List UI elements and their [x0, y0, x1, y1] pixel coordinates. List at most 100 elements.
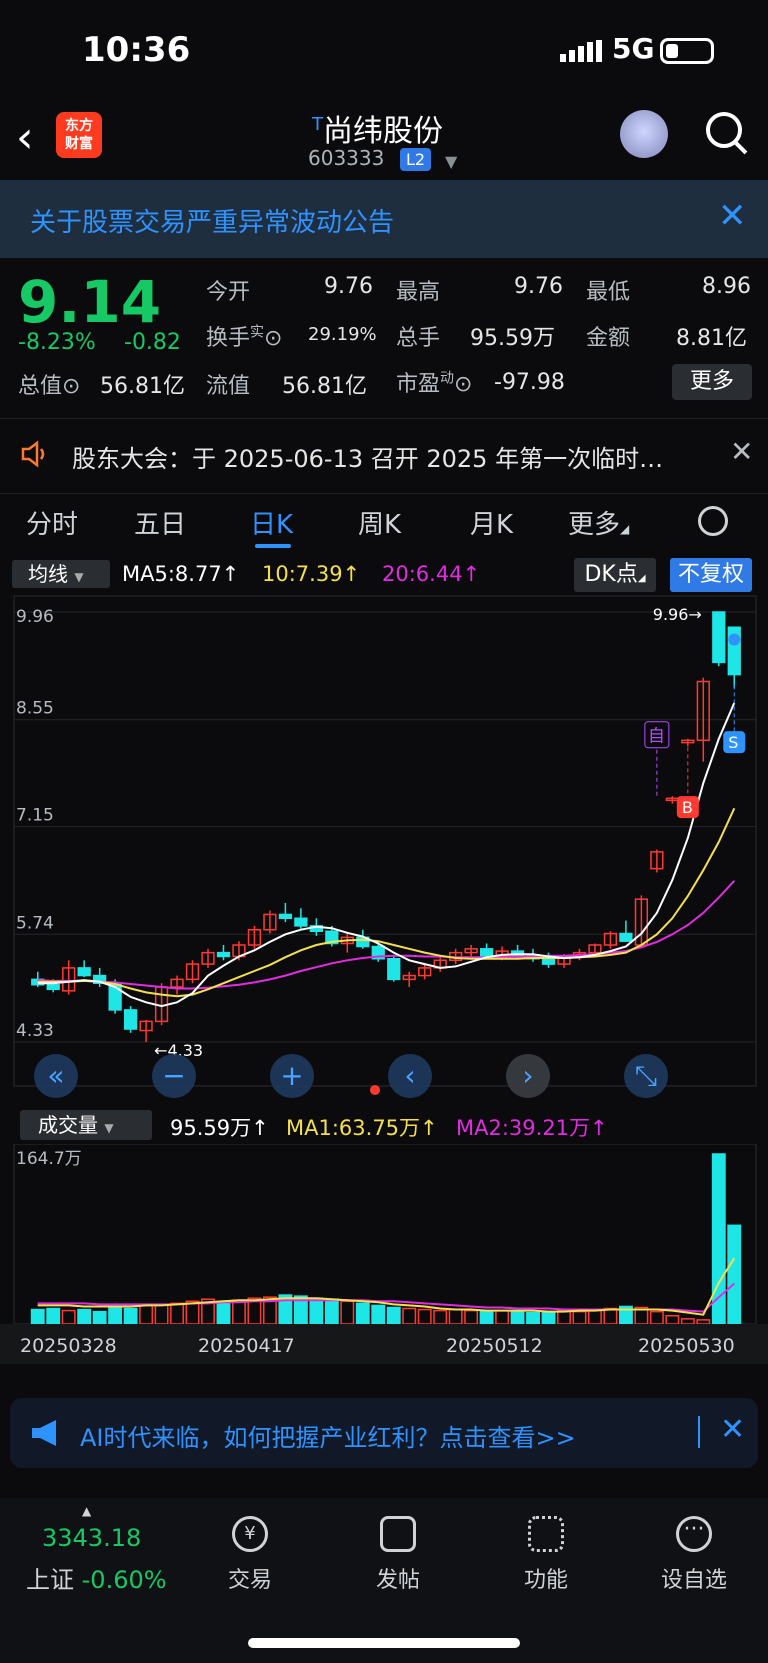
total-value: 56.81亿 — [100, 374, 185, 399]
volume-bar — [170, 1302, 184, 1325]
volume-bar — [386, 1306, 401, 1325]
fullscreen-icon[interactable]: ⤡ — [624, 1054, 668, 1098]
stock-title[interactable]: T尚纬股份 — [312, 106, 443, 150]
volume-bar — [433, 1309, 448, 1325]
dk-point-button[interactable]: DK点◢ — [574, 558, 656, 592]
amount-label: 金额 — [586, 326, 631, 351]
caret-down-icon[interactable]: ▼ — [445, 152, 457, 171]
right-arrow-icon[interactable]: › — [506, 1054, 550, 1098]
logo-line1: 东方 — [65, 118, 93, 134]
volume-bar — [355, 1302, 370, 1325]
robot-assistant-icon[interactable] — [620, 110, 668, 158]
volume-bar — [603, 1307, 618, 1325]
zoom-out-icon[interactable]: − — [152, 1054, 196, 1098]
candle-body — [46, 983, 60, 991]
tab-five-day[interactable]: 五日 — [134, 504, 186, 541]
more-dots-icon: ··· — [676, 1516, 712, 1552]
grid-icon — [528, 1516, 564, 1552]
candle-body — [479, 948, 494, 958]
volume-bar — [139, 1304, 154, 1325]
pe-value: -97.98 — [494, 370, 565, 395]
active-tab-indicator — [255, 544, 291, 548]
index-name[interactable]: 上证 -0.60% — [26, 1560, 167, 1595]
close-icon[interactable]: ✕ — [720, 1412, 745, 1447]
close-icon[interactable]: ✕ — [730, 435, 753, 468]
y-tick-label: 8.55 — [16, 699, 54, 719]
volume-bar — [572, 1310, 587, 1325]
left-arrow-icon-glyph: ‹ — [404, 1059, 415, 1092]
fullscreen-icon-glyph: ⤡ — [635, 1059, 657, 1092]
tab-daily-k[interactable]: 日K — [250, 504, 293, 541]
volume-bar — [232, 1299, 246, 1325]
candlestick-chart[interactable]: 9.968.557.155.744.339.96→←4.33自BS« − + ‹ › ⤡ — [0, 594, 768, 1104]
tab-monthly-k[interactable]: 月K — [470, 504, 513, 541]
turnover-label: 换手实⊙ — [206, 324, 283, 351]
nav-watchlist-label: 设自选 — [660, 1568, 727, 1593]
volume-frame — [13, 1144, 757, 1325]
tab-intraday[interactable]: 分时 — [26, 504, 78, 541]
change-percent: -8.23% — [18, 330, 96, 355]
more-button[interactable]: 更多 — [672, 364, 752, 400]
candle-body — [123, 1009, 138, 1030]
level2-badge[interactable]: L2 — [400, 148, 432, 171]
nav-trade[interactable]: ¥ 交易 — [190, 1516, 310, 1594]
volume-bar — [46, 1307, 61, 1325]
nav-trade-label: 交易 — [227, 1568, 272, 1593]
search-icon[interactable] — [706, 112, 742, 148]
volume-bar — [417, 1308, 432, 1325]
ad-text: AI时代来临，如何把握产业红利？点击查看>> — [80, 1424, 576, 1452]
volume-bar — [665, 1314, 680, 1325]
turnover-value: 29.19% — [308, 324, 377, 345]
tab-weekly-k[interactable]: 周K — [358, 504, 401, 541]
volume-bar — [324, 1298, 339, 1325]
yen-icon: ¥ — [232, 1516, 268, 1552]
signal-icon — [560, 40, 602, 62]
left-arrow-icon[interactable]: ‹ — [388, 1054, 432, 1098]
nav-watchlist[interactable]: ··· 设自选 — [634, 1516, 754, 1594]
volume-bar — [185, 1300, 200, 1325]
ma-select[interactable]: 均线 ▼ — [12, 560, 110, 588]
high-label: 最高 — [396, 280, 441, 305]
volume-bar — [495, 1309, 510, 1325]
speaker-icon — [21, 440, 45, 468]
tab-more[interactable]: 更多◢ — [568, 504, 629, 541]
gear-icon[interactable] — [698, 506, 728, 536]
ma10-value: 10:7.39↑ — [262, 562, 361, 586]
candle-body — [387, 957, 401, 981]
volume-select[interactable]: 成交量 ▼ — [20, 1110, 152, 1140]
index-value[interactable]: 3343.18 — [42, 1524, 141, 1552]
volume-indicator-bar: 成交量 ▼ 95.59万↑ MA1:63.75万↑ MA2:39.21万↑ — [0, 1104, 768, 1144]
nav-function[interactable]: 功能 — [486, 1516, 606, 1594]
high-value: 9.76 — [514, 274, 563, 299]
megaphone-icon — [32, 1420, 56, 1446]
back-chevron-icon[interactable]: ‹ — [16, 112, 34, 163]
ma10-line — [37, 807, 736, 998]
volume-bar — [340, 1300, 355, 1325]
zoom-in-icon[interactable]: + — [270, 1054, 314, 1098]
announcement-text: 关于股票交易严重异常波动公告 — [30, 208, 395, 238]
volume-bar — [108, 1306, 123, 1325]
buy-marker-text: B — [682, 798, 693, 817]
double-left-icon[interactable]: « — [34, 1054, 78, 1098]
volume-bar — [30, 1308, 45, 1325]
sell-marker-text: S — [728, 733, 738, 752]
close-icon[interactable]: ✕ — [718, 196, 747, 236]
volume-bar — [696, 1319, 711, 1325]
nav-post[interactable]: 发帖 — [338, 1516, 458, 1594]
x-date-label: 20250328 — [20, 1335, 117, 1357]
volume-chart[interactable]: 164.7万 20250328 20250417 20250512 20250530 — [0, 1144, 768, 1390]
volume-bar — [77, 1308, 92, 1325]
candle-body — [541, 957, 556, 965]
volume-bar — [61, 1309, 76, 1325]
ad-banner[interactable]: AI时代来临，如何把握产业红利？点击查看>> ✕ — [10, 1398, 758, 1468]
no-adjust-button[interactable]: 不复权 — [670, 558, 752, 592]
battery-icon — [660, 38, 714, 64]
volume-bar — [541, 1310, 556, 1325]
volume-bar — [371, 1304, 386, 1325]
notice-bar[interactable]: 股东大会：于 2025-06-13 召开 2025 年第一次临时… ✕ — [0, 418, 768, 494]
volume-bar — [448, 1308, 463, 1325]
announcement-banner[interactable]: 关于股票交易严重异常波动公告 ✕ — [0, 180, 768, 258]
t-plus-badge: T — [312, 114, 323, 135]
volume-bar — [309, 1297, 324, 1325]
candle-body — [216, 951, 231, 958]
